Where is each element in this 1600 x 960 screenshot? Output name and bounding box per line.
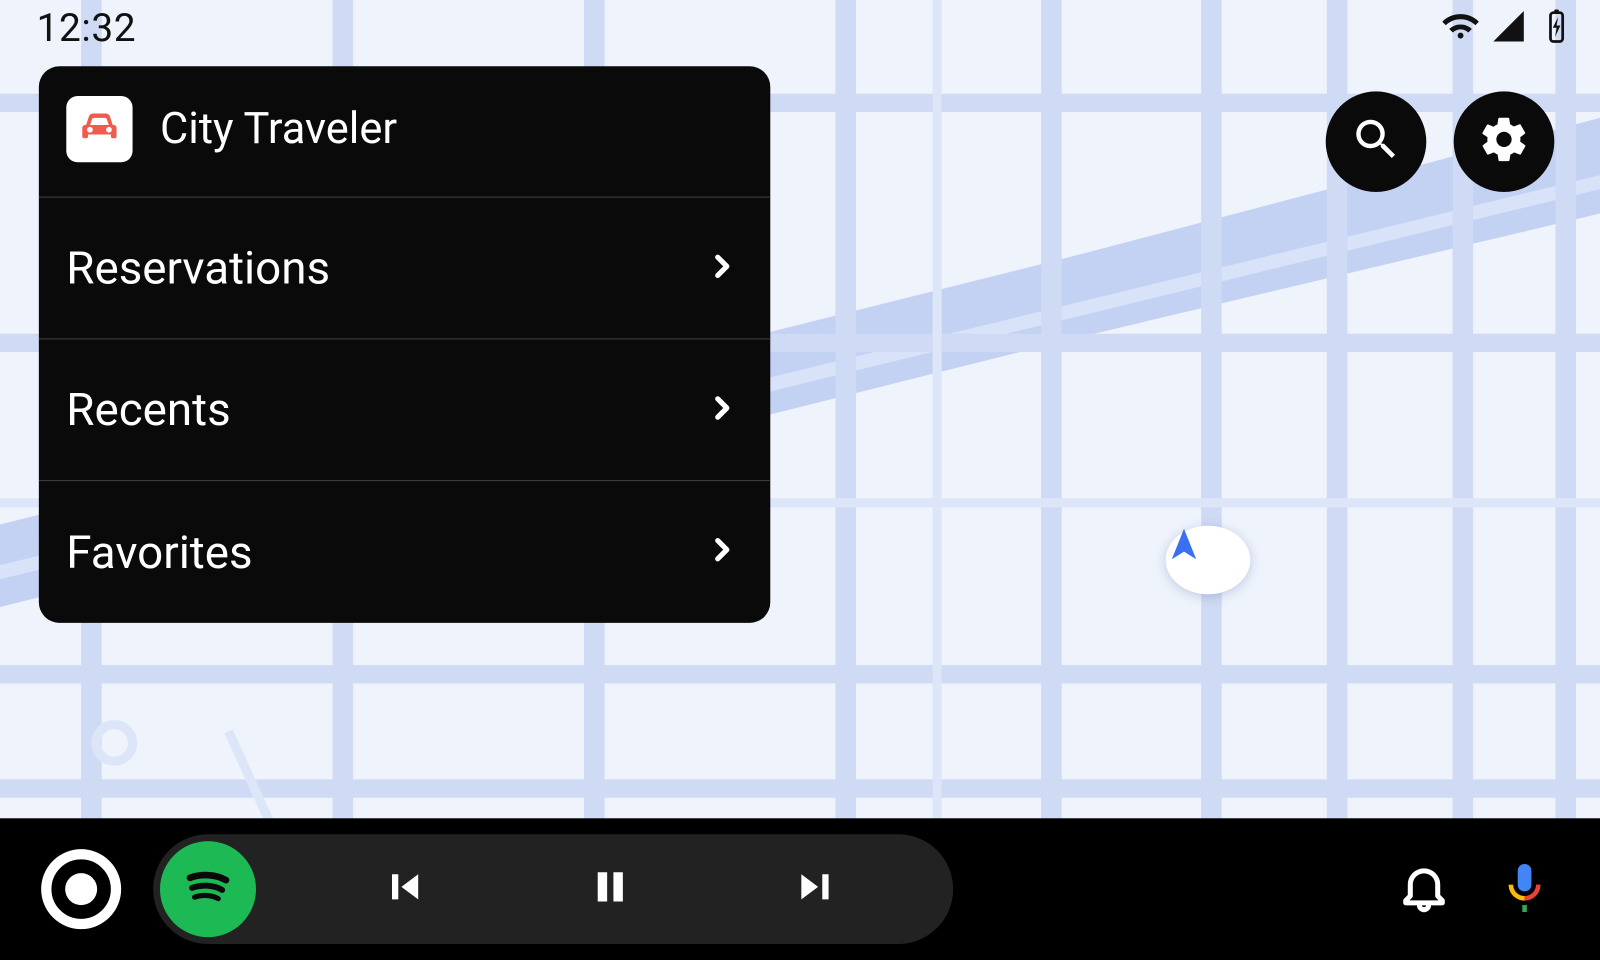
assistant-button[interactable] [1490, 855, 1559, 924]
chevron-right-icon [709, 533, 736, 572]
menu-item-favorites[interactable]: Favorites [39, 481, 770, 623]
media-pause-button[interactable] [585, 862, 635, 917]
app-icon [66, 96, 132, 162]
notifications-button[interactable] [1390, 855, 1459, 924]
media-app-button[interactable] [160, 841, 256, 937]
skip-next-icon [791, 895, 841, 917]
app-title: City Traveler [160, 104, 397, 154]
chevron-right-icon [709, 390, 736, 429]
media-widget [153, 834, 953, 944]
battery-charging-icon [1538, 8, 1575, 49]
nav-bar [0, 818, 1600, 960]
media-next-button[interactable] [791, 862, 841, 917]
menu-item-recents[interactable]: Recents [39, 339, 770, 481]
app-panel-header: City Traveler [39, 66, 770, 197]
chevron-right-icon [709, 249, 736, 288]
cellular-signal-icon [1490, 8, 1527, 49]
gear-icon [1478, 113, 1531, 170]
menu-item-label: Favorites [66, 525, 252, 579]
search-button[interactable] [1326, 91, 1427, 192]
action-buttons [1326, 91, 1555, 192]
bell-icon [1397, 859, 1452, 918]
search-icon [1350, 113, 1403, 170]
media-previous-button[interactable] [379, 862, 429, 917]
car-icon [77, 104, 123, 154]
google-mic-icon [1497, 859, 1552, 918]
wifi-icon [1442, 8, 1479, 49]
menu-item-reservations[interactable]: Reservations [39, 198, 770, 340]
launcher-button[interactable] [41, 849, 121, 929]
menu-item-label: Recents [66, 383, 230, 437]
current-location-marker [1166, 526, 1251, 595]
spotify-icon [177, 856, 239, 922]
app-panel: City Traveler Reservations Recents Favor… [39, 66, 770, 623]
status-bar: 12:32 [0, 0, 1600, 57]
settings-button[interactable] [1454, 91, 1555, 192]
clock: 12:32 [37, 6, 137, 52]
skip-previous-icon [379, 895, 429, 917]
menu-item-label: Reservations [66, 241, 330, 295]
pause-icon [585, 895, 635, 917]
